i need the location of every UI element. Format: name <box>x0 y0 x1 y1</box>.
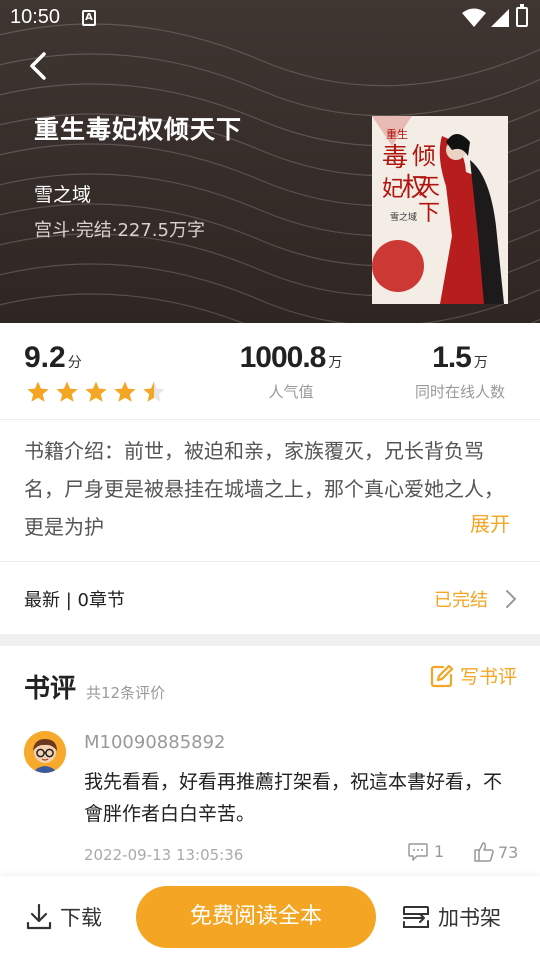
status-a-icon: A <box>82 10 96 26</box>
cover-title-small: 重生 <box>386 127 408 141</box>
rating-value: 9.2 <box>24 341 66 374</box>
star-icon <box>85 381 107 402</box>
book-cover: 毒 权 妃 倾 天 下 重生 雪之域 <box>372 116 508 304</box>
rating-score: 9.2 分 <box>24 341 82 375</box>
download-icon <box>26 903 52 930</box>
star-icon <box>27 381 49 402</box>
wifi-icon <box>462 8 486 27</box>
download-button[interactable]: 下载 <box>26 902 102 932</box>
chevron-right-icon <box>506 590 516 608</box>
online-unit: 万 <box>473 355 488 371</box>
book-intro: 书籍介绍：前世，被迫和亲，家族覆灭，兄长背负骂名，尸身更是被悬挂在城墙之上，那个… <box>24 439 504 539</box>
expand-intro-button[interactable]: 展开 <box>470 508 510 537</box>
cover-author: 雪之域 <box>390 211 417 223</box>
stats-row: 9.2 分 1000.8 万 人气值 1.5 万 同时在线人数 <box>0 323 540 419</box>
review-text: 我先看看，好看再推薦打架看，祝這本書好看，不會胖作者白白辛苦。 <box>84 771 503 825</box>
online-label: 同时在线人数 <box>414 383 505 401</box>
cover-title-char-1: 毒 <box>382 143 408 173</box>
latest-chapter-label: 最新 | 0章节 <box>24 590 125 611</box>
reviews-title: 书评 <box>24 674 77 704</box>
status-bar: 10:50 A <box>0 0 540 36</box>
signal-icon <box>491 9 509 27</box>
book-header: 10:50 A 重生毒妃权倾天下 雪之域 宫斗·完结·227.5万字 毒 权 妃… <box>0 0 540 323</box>
online-value: 1.5 <box>432 341 472 374</box>
star-icon <box>143 381 165 402</box>
edit-icon <box>430 664 454 687</box>
thumbs-up-icon <box>474 842 494 862</box>
write-review-button[interactable]: 写书评 <box>430 662 517 689</box>
book-author[interactable]: 雪之域 <box>34 180 91 207</box>
completion-status: 已完结 <box>434 590 488 611</box>
cover-title-char-2: 妃 <box>382 177 404 202</box>
avatar[interactable] <box>24 731 66 773</box>
download-label: 下载 <box>60 906 102 930</box>
review-like-count: 73 <box>498 842 519 862</box>
divider <box>0 419 540 420</box>
star-icon <box>56 381 78 402</box>
reviews-count: 共12条评价 <box>86 684 166 702</box>
review-username: M10090885892 <box>84 732 226 753</box>
cover-title-char-6: 下 <box>418 201 440 226</box>
book-title: 重生毒妃权倾天下 <box>34 115 243 144</box>
review-comment-button[interactable]: 1 <box>408 842 444 861</box>
popularity-label: 人气值 <box>268 383 314 401</box>
cover-title-char-4: 倾 <box>412 142 436 170</box>
write-review-label: 写书评 <box>460 666 518 688</box>
section-separator <box>0 634 540 646</box>
cover-title-char-5: 天 <box>418 175 440 200</box>
rating-unit: 分 <box>67 355 82 371</box>
comment-icon <box>408 842 428 861</box>
add-to-shelf-label: 加书架 <box>438 906 501 930</box>
rating-stars <box>26 380 166 404</box>
battery-icon <box>516 4 528 27</box>
book-meta: 宫斗·完结·227.5万字 <box>34 220 205 241</box>
online-stat: 1.5 万 同时在线人数 <box>408 341 512 402</box>
back-arrow-icon[interactable] <box>20 48 56 84</box>
popularity-stat: 1000.8 万 人气值 <box>236 341 346 402</box>
status-time: 10:50 <box>10 6 61 28</box>
popularity-unit: 万 <box>328 355 343 371</box>
review-comment-count: 1 <box>434 842 445 861</box>
bookshelf-icon <box>403 906 429 928</box>
latest-chapter-row[interactable]: 最新 | 0章节 已完结 <box>0 562 540 634</box>
review-timestamp: 2022-09-13 13:05:36 <box>84 846 244 864</box>
avatar-face-icon <box>24 731 66 773</box>
read-free-button[interactable]: 免费阅读全本 <box>136 886 376 948</box>
bottom-action-bar: 下载 免费阅读全本 加书架 <box>0 876 540 960</box>
book-cover-art: 毒 权 妃 倾 天 下 重生 雪之域 <box>372 116 508 304</box>
star-icon <box>114 381 136 402</box>
popularity-value: 1000.8 <box>239 341 327 374</box>
review-like-button[interactable]: 73 <box>474 842 518 862</box>
add-to-shelf-button[interactable]: 加书架 <box>402 902 501 932</box>
